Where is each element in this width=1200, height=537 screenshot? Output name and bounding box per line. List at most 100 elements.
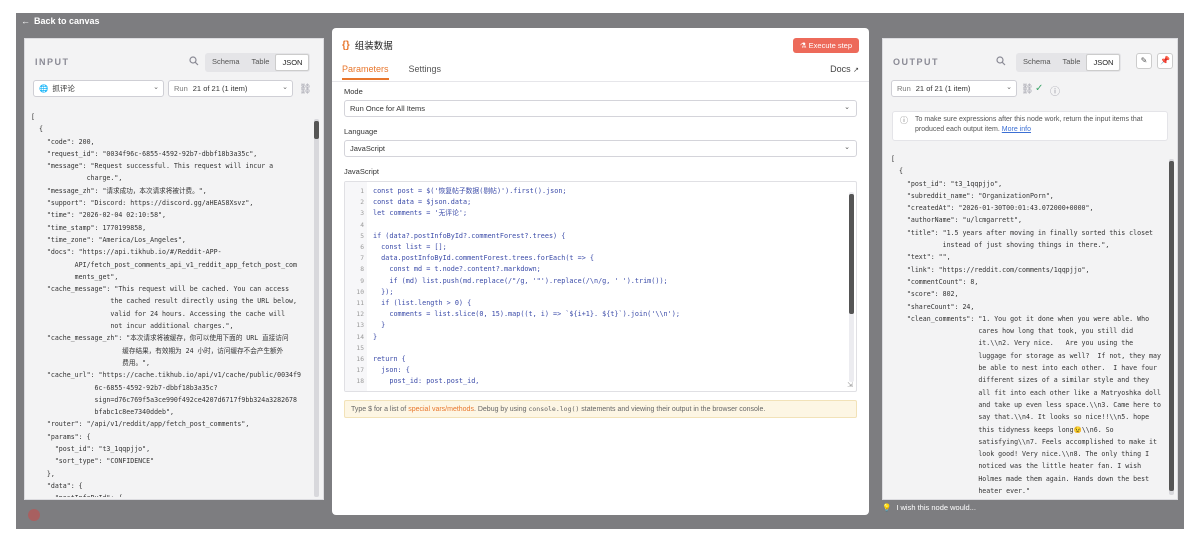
link-icon[interactable]: ⛓ (299, 84, 312, 95)
line-number: 6 (360, 244, 364, 252)
more-info-link[interactable]: More info (1002, 126, 1031, 133)
tab-table[interactable]: Table (1057, 54, 1087, 71)
code-line: if (data?.postInfoById?.commentForest?.t… (373, 231, 566, 240)
code-label: JavaScript (344, 167, 380, 176)
json-line: different sizes of a similar style and t… (891, 376, 1150, 385)
line-number: 5 (360, 232, 364, 240)
json-line: "post_id": "t3_1qqpjjo", (891, 179, 1003, 188)
json-line: cares how long that took, you still did (891, 327, 1134, 336)
json-line: [ (31, 113, 35, 121)
json-line: 6c-6855-4592-92b7-dbbf18b3a35c? (31, 383, 218, 392)
code-line: post_id: post.post_id, (373, 377, 480, 386)
input-scrollbar[interactable] (314, 119, 319, 497)
language-select[interactable]: JavaScript ⌄ (344, 140, 857, 157)
tab-schema[interactable]: Schema (206, 54, 246, 71)
code-line: return { (373, 355, 406, 364)
code-line: data.postInfoById.commentForest.trees.fo… (373, 254, 594, 263)
code-line: comments = list.slice(0, 15).map((t, i) … (373, 310, 680, 319)
feedback-prompt[interactable]: 💡 I wish this node would... (882, 503, 976, 512)
search-icon[interactable] (996, 56, 1006, 69)
tab-settings[interactable]: Settings (409, 64, 442, 80)
json-line: "params": { (31, 432, 91, 441)
hint-mid: . Debug by using (473, 406, 529, 413)
code-line: if (list.length > 0) { (373, 299, 472, 308)
json-line: "text": "", (891, 253, 951, 262)
json-line: "post_id": "t3_1qqpjjo", (31, 445, 151, 454)
json-line: the cached result directly using the URL… (31, 297, 297, 306)
output-run-select[interactable]: Run 21 of 21 (1 item) ⌄ (891, 80, 1017, 97)
json-line: instead of just shoving things in there.… (891, 241, 1110, 250)
node-title: {} 组装数据 (342, 38, 393, 53)
json-line: ments_get", (31, 272, 119, 281)
input-scrollbar-thumb[interactable] (314, 121, 319, 139)
json-line: "shareCount": 24, (891, 302, 975, 311)
feedback-label: I wish this node would... (896, 503, 976, 512)
tab-json[interactable]: JSON (1086, 54, 1121, 71)
input-json-view: [ { "code": 200, "request_id": "0034f96c… (31, 111, 311, 497)
language-label: Language (344, 127, 378, 136)
stage: ← Back to canvas INPUT Schema Table JSON… (0, 0, 1200, 537)
link-icon[interactable]: ⛓ (1021, 84, 1034, 95)
tab-table[interactable]: Table (246, 54, 276, 71)
output-header: OUTPUT (893, 57, 939, 67)
edit-output-button[interactable]: ✎ (1136, 53, 1152, 69)
mode-value: Run Once for All Items (350, 104, 426, 113)
json-line: be able to nest into each other. I have … (891, 364, 1157, 373)
json-line: "message": "Request successful. This req… (31, 162, 274, 171)
code-line: const list = []; (373, 243, 447, 252)
node-title-text[interactable]: 组装数据 (355, 38, 393, 52)
code-content[interactable]: const post = $('恢复帖子数据(剔帖)').first().jso… (373, 186, 680, 388)
output-scrollbar-thumb[interactable] (1169, 161, 1174, 491)
node-select[interactable]: 🌐 抓评论 ⌄ (33, 80, 164, 97)
json-line: "sort_type": "CONFIDENCE" (31, 457, 155, 466)
mode-select[interactable]: Run Once for All Items ⌄ (344, 100, 857, 117)
run-select[interactable]: Run 21 of 21 (1 item) ⌄ (168, 80, 293, 97)
json-line: it.\\n2. Very nice. Are you using the (891, 339, 1134, 348)
chevron-down-icon: ⌄ (844, 144, 850, 151)
special-vars-link[interactable]: special vars/methods (408, 406, 474, 413)
json-line: "time_zone": "America/Los_Angeles", (31, 235, 186, 244)
code-line: json: { (373, 366, 410, 375)
code-editor[interactable]: 1 2 3 4 5 6 7 8 9 10 11 12 13 14 15 16 17 18 const post =… (344, 181, 857, 392)
editor-scrollbar-thumb[interactable] (849, 194, 854, 314)
json-line: "data": { (31, 481, 83, 490)
back-label: Back to canvas (34, 16, 100, 26)
line-number: 14 (356, 333, 364, 341)
pin-icon: 📌 (1160, 56, 1170, 65)
json-line: "createdAt": "2026-01-30T00:01:43.072000… (891, 204, 1094, 213)
node-select-value: 抓评论 (52, 84, 75, 93)
tab-schema[interactable]: Schema (1017, 54, 1057, 71)
json-line: all fit into each other like a Matryoshk… (891, 388, 1161, 397)
line-number: 11 (356, 300, 364, 308)
docs-link[interactable]: Docs ↗ (830, 64, 859, 74)
json-line: "title": "1.5 years after moving in fina… (891, 228, 1154, 237)
tab-json[interactable]: JSON (275, 54, 310, 71)
line-number: 1 (360, 188, 364, 195)
code-line: let comments = '无评论'; (373, 209, 468, 218)
json-line: "link": "https://reddit.com/comments/1qq… (891, 265, 1090, 274)
node-editor: {} 组装数据 ⚗ Execute step Parameters Settin… (332, 28, 869, 515)
json-line: heater ever." (891, 487, 1030, 496)
search-icon[interactable] (189, 56, 199, 69)
line-number: 2 (360, 199, 364, 207)
pin-output-button[interactable]: 📌 (1157, 53, 1173, 69)
resize-handle-icon[interactable]: ⇲ (847, 381, 853, 389)
code-line: } (373, 332, 378, 341)
json-line: { (31, 125, 43, 134)
info-callout: ⓘ To make sure expressions after this no… (892, 111, 1168, 141)
json-line: valid for 24 hours. Accessing the cache … (31, 309, 286, 318)
json-line: "clean_comments": "1. You got it done wh… (891, 314, 1150, 323)
arrow-left-icon: ← (21, 16, 30, 26)
run-label: Run (897, 84, 911, 93)
info-circle-icon[interactable]: ⓘ (1050, 83, 1060, 98)
line-number: 4 (360, 221, 364, 229)
tab-parameters[interactable]: Parameters (342, 64, 389, 80)
hint-box: Type $ for a list of special vars/method… (344, 400, 857, 418)
json-line: "request_id": "0034f96c-6855-4592-92b7-d… (31, 149, 258, 158)
back-to-canvas-button[interactable]: ← Back to canvas (21, 16, 100, 26)
chevron-down-icon: ⌄ (844, 104, 850, 111)
avatar[interactable] (28, 509, 40, 521)
execute-step-button[interactable]: ⚗ Execute step (792, 38, 859, 53)
json-line: "authorName": "u/lcmgarrett", (891, 216, 1023, 225)
json-line: say that.\\n4. It looks so nice!!\\n5. h… (891, 413, 1150, 422)
